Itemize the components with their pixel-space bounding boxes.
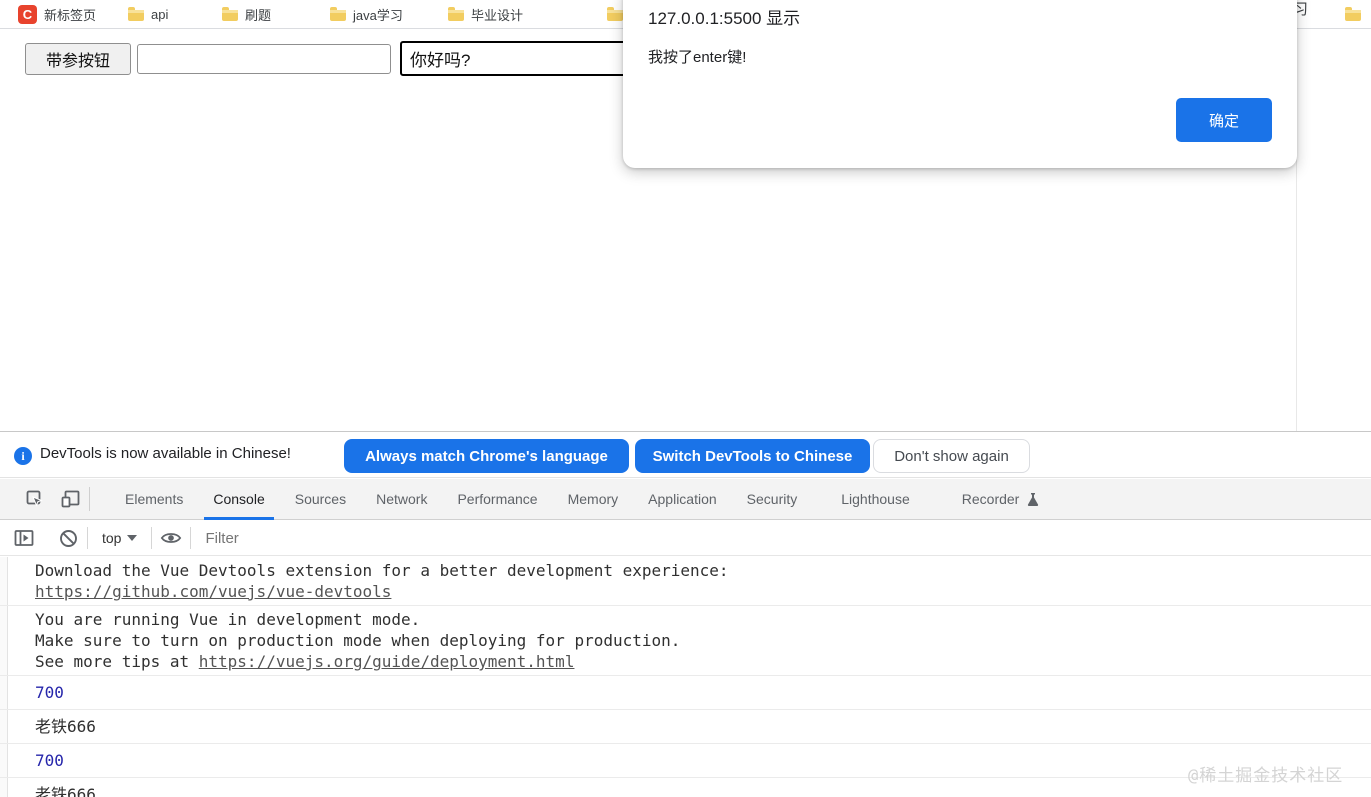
info-icon: i bbox=[14, 447, 32, 465]
always-match-language-button[interactable]: Always match Chrome's language bbox=[344, 439, 629, 473]
text-input-greeting[interactable] bbox=[400, 41, 630, 76]
bookmark-folder-biyesheji[interactable]: 毕业设计 bbox=[448, 0, 523, 28]
live-expression-eye-icon[interactable] bbox=[160, 527, 182, 549]
tab-sources[interactable]: Sources bbox=[280, 479, 361, 520]
toolbar-separator bbox=[87, 527, 88, 549]
param-button[interactable]: 带参按钮 bbox=[25, 43, 131, 75]
console-message: You are running Vue in development mode.… bbox=[0, 606, 1371, 676]
device-toolbar-icon[interactable] bbox=[61, 489, 81, 509]
bookmark-label: api bbox=[151, 6, 169, 22]
console-text: 老铁666 bbox=[35, 717, 96, 736]
console-sidebar-toggle-icon[interactable] bbox=[13, 527, 35, 549]
bookmark-folder-shuati[interactable]: 刷题 bbox=[222, 0, 271, 28]
console-number: 700 bbox=[35, 683, 64, 702]
console-number: 700 bbox=[35, 751, 64, 770]
alert-dialog: 127.0.0.1:5500 显示 我按了enter键! 确定 bbox=[623, 0, 1297, 168]
dialog-ok-button[interactable]: 确定 bbox=[1176, 98, 1272, 142]
console-filter-input[interactable] bbox=[205, 525, 1371, 551]
console-link[interactable]: https://vuejs.org/guide/deployment.html bbox=[199, 652, 575, 671]
dont-show-again-button[interactable]: Don't show again bbox=[873, 439, 1030, 473]
console-message: Download the Vue Devtools extension for … bbox=[0, 557, 1371, 606]
console-text: Make sure to turn on production mode whe… bbox=[35, 631, 681, 650]
bookmark-folder-api[interactable]: api bbox=[128, 0, 168, 28]
console-link[interactable]: https://github.com/vuejs/vue-devtools bbox=[35, 582, 391, 601]
bookmark-label: 新标签页 bbox=[44, 7, 97, 23]
tab-recorder[interactable]: Recorder bbox=[947, 479, 1055, 520]
console-message: 老铁666 bbox=[0, 778, 1371, 797]
context-selector[interactable]: top bbox=[96, 530, 143, 546]
devtools-tabbar: Elements Console Sources Network Perform… bbox=[0, 479, 1371, 520]
console-messages: Download the Vue Devtools extension for … bbox=[0, 557, 1371, 797]
console-text: See more tips at bbox=[35, 652, 199, 671]
dialog-message: 我按了enter键! bbox=[648, 49, 747, 66]
bookmark-folder-java[interactable]: java学习 bbox=[330, 0, 403, 28]
folder-icon bbox=[222, 7, 238, 21]
infobar-message: DevTools is now available in Chinese! bbox=[40, 445, 291, 462]
tab-network[interactable]: Network bbox=[361, 479, 442, 520]
console-text: You are running Vue in development mode. bbox=[35, 610, 421, 629]
console-text: Download the Vue Devtools extension for … bbox=[35, 561, 729, 580]
console-message: 老铁666 bbox=[0, 710, 1371, 744]
bookmark-folder-right[interactable] bbox=[1345, 0, 1361, 28]
tab-console[interactable]: Console bbox=[198, 479, 279, 520]
toolbar-separator bbox=[89, 487, 90, 511]
switch-to-chinese-button[interactable]: Switch DevTools to Chinese bbox=[635, 439, 870, 473]
console-message: 700 bbox=[0, 744, 1371, 778]
tab-lighthouse[interactable]: Lighthouse bbox=[826, 479, 925, 520]
folder-icon bbox=[330, 7, 346, 21]
watermark: @稀土掘金技术社区 bbox=[1188, 766, 1344, 786]
experiment-flask-icon bbox=[1027, 492, 1039, 507]
tab-memory[interactable]: Memory bbox=[553, 479, 634, 520]
clear-console-icon[interactable] bbox=[57, 527, 79, 549]
toolbar-separator bbox=[151, 527, 153, 549]
tab-application[interactable]: Application bbox=[633, 479, 732, 520]
dialog-title: 127.0.0.1:5500 显示 bbox=[648, 9, 801, 28]
tab-elements[interactable]: Elements bbox=[110, 479, 198, 520]
text-input-empty[interactable] bbox=[137, 44, 391, 74]
devtools-infobar: i DevTools is now available in Chinese! … bbox=[0, 433, 1371, 478]
chevron-down-icon bbox=[127, 535, 138, 541]
folder-icon bbox=[448, 7, 464, 21]
c-logo-icon: C bbox=[18, 4, 37, 24]
console-toolbar: top bbox=[0, 521, 1371, 556]
folder-icon bbox=[607, 7, 623, 21]
console-text: 老铁666 bbox=[35, 785, 96, 797]
context-label: top bbox=[102, 530, 122, 546]
bookmark-folder-hidden[interactable] bbox=[607, 0, 623, 28]
toolbar-separator bbox=[190, 527, 192, 549]
inspect-element-icon[interactable] bbox=[25, 489, 45, 509]
bookmark-new-tab[interactable]: C 新标签页 bbox=[18, 0, 96, 28]
folder-icon bbox=[128, 7, 144, 21]
devtools-panel: i DevTools is now available in Chinese! … bbox=[0, 431, 1371, 797]
browser-window: C 新标签页 api 刷题 java学习 毕业设计 习 带参按钮 你好吗? 12… bbox=[0, 0, 1371, 797]
tab-security[interactable]: Security bbox=[732, 479, 813, 520]
bookmark-label: 刷题 bbox=[245, 7, 272, 23]
bookmark-label: java学习 bbox=[353, 7, 403, 23]
folder-icon bbox=[1345, 7, 1361, 21]
bookmark-label: 毕业设计 bbox=[471, 7, 524, 23]
console-message: 700 bbox=[0, 676, 1371, 710]
tab-performance[interactable]: Performance bbox=[442, 479, 552, 520]
